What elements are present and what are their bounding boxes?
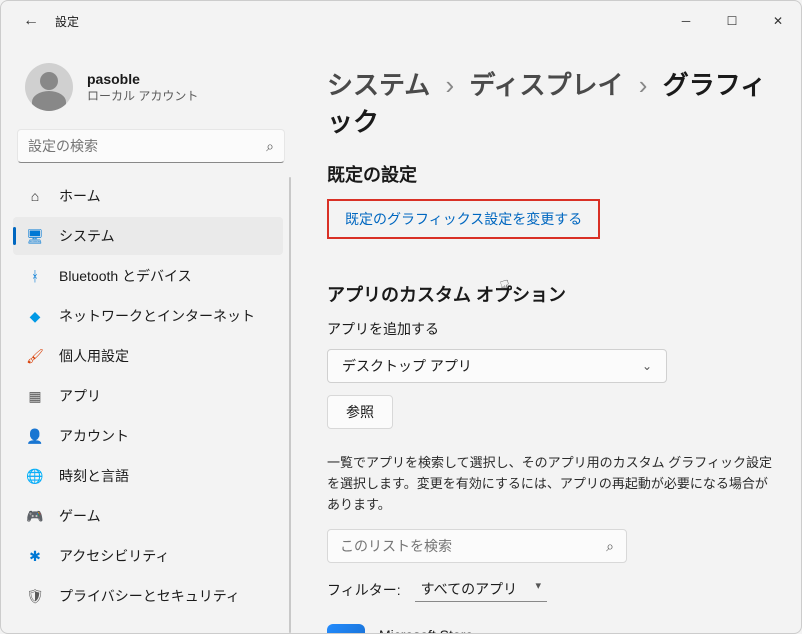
app-list-search[interactable]: ⌕: [327, 529, 627, 563]
sidebar-item-label: ホーム: [59, 186, 101, 206]
sidebar-item-personalization[interactable]: 🖌 個人用設定: [13, 337, 283, 375]
sidebar-item-home[interactable]: ⌂ ホーム: [13, 177, 283, 215]
bluetooth-icon: ᚼ: [25, 266, 45, 286]
user-name: pasoble: [87, 71, 198, 87]
filter-row: フィルター: すべてのアプリ: [327, 577, 773, 602]
sidebar-item-network[interactable]: ◆ ネットワークとインターネット: [13, 297, 283, 335]
account-icon: 👤: [25, 426, 45, 446]
browse-button[interactable]: 参照: [327, 395, 393, 429]
sidebar-item-time[interactable]: 🌐 時刻と言語: [13, 457, 283, 495]
search-icon: ⌕: [266, 138, 274, 155]
time-language-icon: 🌐: [25, 466, 45, 486]
privacy-icon: 🛡: [25, 586, 45, 606]
settings-search[interactable]: ⌕: [17, 129, 285, 163]
sidebar-item-privacy[interactable]: 🛡 プライバシーとセキュリティ: [13, 577, 283, 615]
breadcrumb-display[interactable]: ディスプレイ: [469, 70, 623, 100]
breadcrumb: システム › ディスプレイ › グラフィック: [327, 65, 773, 139]
user-block[interactable]: pasoble ローカル アカウント: [9, 49, 293, 129]
sidebar-item-label: プライバシーとセキュリティ: [59, 586, 240, 606]
network-icon: ◆: [25, 306, 45, 326]
accessibility-icon: ✱: [25, 546, 45, 566]
sidebar-item-gaming[interactable]: 🎮 ゲーム: [13, 497, 283, 535]
sidebar-item-bluetooth[interactable]: ᚼ Bluetooth とデバイス: [13, 257, 283, 295]
sidebar-item-label: システム: [59, 226, 115, 246]
microsoft-store-icon: 🛍: [327, 624, 365, 633]
breadcrumb-system[interactable]: システム: [327, 70, 430, 100]
filter-label: フィルター:: [327, 580, 401, 600]
nav-list: ⌂ ホーム 🖥 システム ᚼ Bluetooth とデバイス ◆ ネットワークと…: [9, 177, 293, 633]
highlight-box: 既定のグラフィックス設定を変更する: [327, 199, 600, 239]
gaming-icon: 🎮: [25, 506, 45, 526]
home-icon: ⌂: [25, 186, 45, 206]
sidebar-item-label: アカウント: [59, 426, 129, 446]
content-area: システム › ディスプレイ › グラフィック 既定の設定 既定のグラフィックス設…: [301, 41, 801, 633]
sidebar-item-label: アプリ: [59, 386, 101, 406]
change-default-graphics-link[interactable]: 既定のグラフィックス設定を変更する: [345, 211, 582, 227]
app-row-microsoft-store[interactable]: 🛍 Microsoft Store Windows での自動決定 (省電力): [327, 616, 773, 633]
filter-value: すべてのアプリ: [421, 581, 517, 597]
sidebar: pasoble ローカル アカウント ⌕ ⌂ ホーム 🖥 システム ᚼ: [1, 41, 301, 633]
sidebar-item-label: ネットワークとインターネット: [59, 306, 255, 326]
sidebar-item-accounts[interactable]: 👤 アカウント: [13, 417, 283, 455]
window-controls: ─ ☐ ✕: [663, 1, 801, 41]
settings-search-input[interactable]: [28, 138, 266, 154]
sidebar-item-label: ゲーム: [59, 506, 101, 526]
help-text: 一覧でアプリを検索して選択し、そのアプリ用のカスタム グラフィック設定を選択しま…: [327, 453, 773, 515]
sidebar-item-accessibility[interactable]: ✱ アクセシビリティ: [13, 537, 283, 575]
app-list-search-input[interactable]: [340, 538, 606, 554]
add-app-label: アプリを追加する: [327, 319, 773, 339]
maximize-button[interactable]: ☐: [709, 1, 755, 41]
search-icon: ⌕: [606, 538, 614, 555]
app-list: 🛍 Microsoft Store Windows での自動決定 (省電力) ◈…: [327, 616, 773, 633]
default-settings-title: 既定の設定: [327, 161, 773, 187]
apps-icon: ▦: [25, 386, 45, 406]
settings-window: ← 設定 ─ ☐ ✕ pasoble ローカル アカウント ⌕ ⌂: [0, 0, 802, 634]
chevron-right-icon: ›: [639, 70, 648, 100]
back-button[interactable]: ←: [19, 12, 43, 30]
app-name: Microsoft Store: [379, 627, 550, 633]
sidebar-item-label: Bluetooth とデバイス: [59, 266, 192, 286]
browse-label: 参照: [346, 402, 374, 422]
sidebar-item-label: 個人用設定: [59, 346, 129, 366]
filter-dropdown[interactable]: すべてのアプリ: [415, 577, 547, 602]
personalization-icon: 🖌: [25, 346, 45, 366]
app-type-dropdown[interactable]: デスクトップ アプリ ⌄: [327, 349, 667, 383]
window-title: 設定: [55, 13, 79, 30]
dropdown-value: デスクトップ アプリ: [342, 356, 472, 376]
titlebar: ← 設定 ─ ☐ ✕: [1, 1, 801, 41]
system-icon: 🖥: [25, 226, 45, 246]
minimize-button[interactable]: ─: [663, 1, 709, 41]
account-type: ローカル アカウント: [87, 87, 198, 104]
chevron-right-icon: ›: [445, 70, 454, 100]
sidebar-item-system[interactable]: 🖥 システム: [13, 217, 283, 255]
chevron-down-icon: ⌄: [642, 359, 652, 373]
sidebar-item-label: 時刻と言語: [59, 466, 129, 486]
sidebar-item-label: アクセシビリティ: [59, 546, 169, 566]
scrollbar[interactable]: [289, 177, 291, 633]
avatar: [25, 63, 73, 111]
sidebar-item-apps[interactable]: ▦ アプリ: [13, 377, 283, 415]
close-button[interactable]: ✕: [755, 1, 801, 41]
